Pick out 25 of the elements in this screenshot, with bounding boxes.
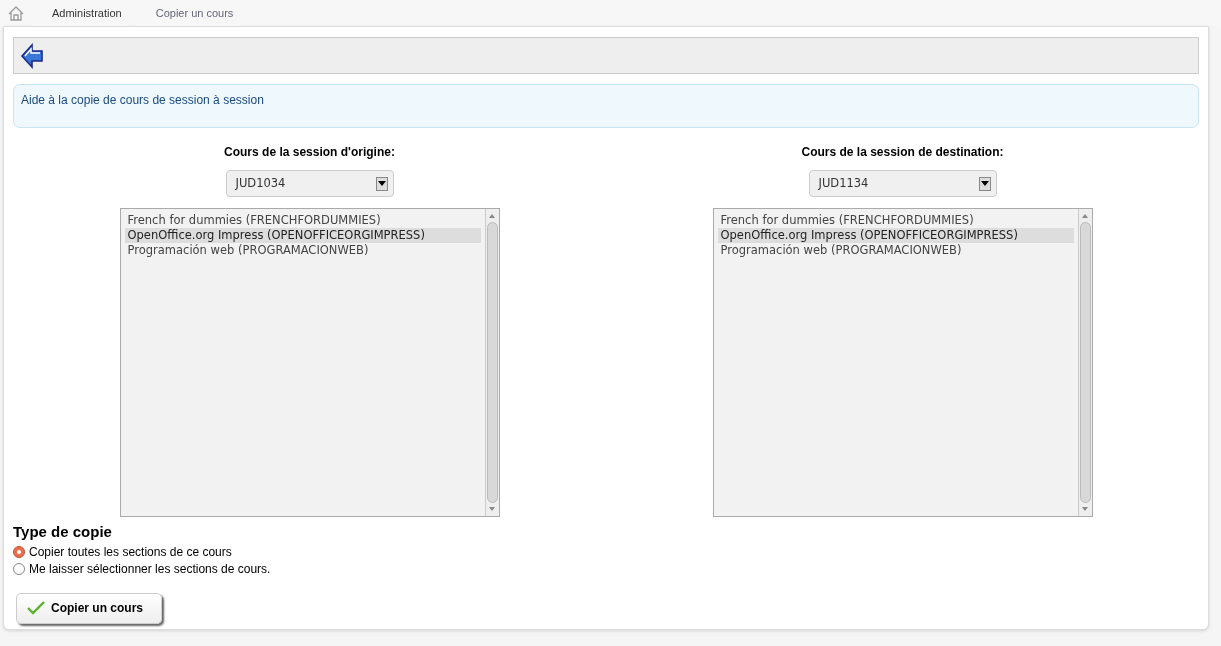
session-select[interactable]: JUD1034: [225, 170, 394, 197]
column-label: Cours de la session d'origine:: [224, 144, 395, 161]
radio-button[interactable]: [13, 546, 25, 558]
list-option[interactable]: French for dummies (FRENCHFORDUMMIES): [717, 213, 1074, 228]
list-option[interactable]: Programación web (PROGRAMACIONWEB): [124, 243, 481, 258]
scroll-down-icon[interactable]: [489, 507, 495, 511]
radio-button[interactable]: [13, 563, 25, 575]
session-select[interactable]: JUD1134: [808, 170, 997, 197]
scrollbar[interactable]: [1077, 209, 1092, 516]
back-arrow-icon[interactable]: [20, 42, 44, 69]
radio-label: Copier toutes les sections de ce cours: [29, 543, 232, 561]
column-label: Cours de la session de destination:: [801, 144, 1004, 161]
scroll-down-icon[interactable]: [1082, 507, 1088, 511]
section-heading: Type de copie: [13, 522, 113, 542]
radio-label: Me laisser sélectionner les sections de cours.: [29, 560, 271, 578]
scroll-up-icon[interactable]: [489, 214, 495, 218]
copy-course-button[interactable]: Copier un cours: [16, 592, 162, 624]
scroll-up-icon[interactable]: [1082, 214, 1088, 218]
list-option[interactable]: Programación web (PROGRAMACIONWEB): [717, 243, 1074, 258]
help-message: Aide à la copie de cours de session à session: [13, 84, 1199, 128]
scrollbar[interactable]: [484, 209, 499, 516]
list-option[interactable]: French for dummies (FRENCHFORDUMMIES): [124, 213, 481, 228]
list-option[interactable]: OpenOffice.org Impress (OPENOFFICEORGIMPRESS): [124, 228, 481, 243]
checkmark-icon: [27, 601, 45, 615]
list-option[interactable]: OpenOffice.org Impress (OPENOFFICEORGIMPRESS): [717, 228, 1074, 243]
